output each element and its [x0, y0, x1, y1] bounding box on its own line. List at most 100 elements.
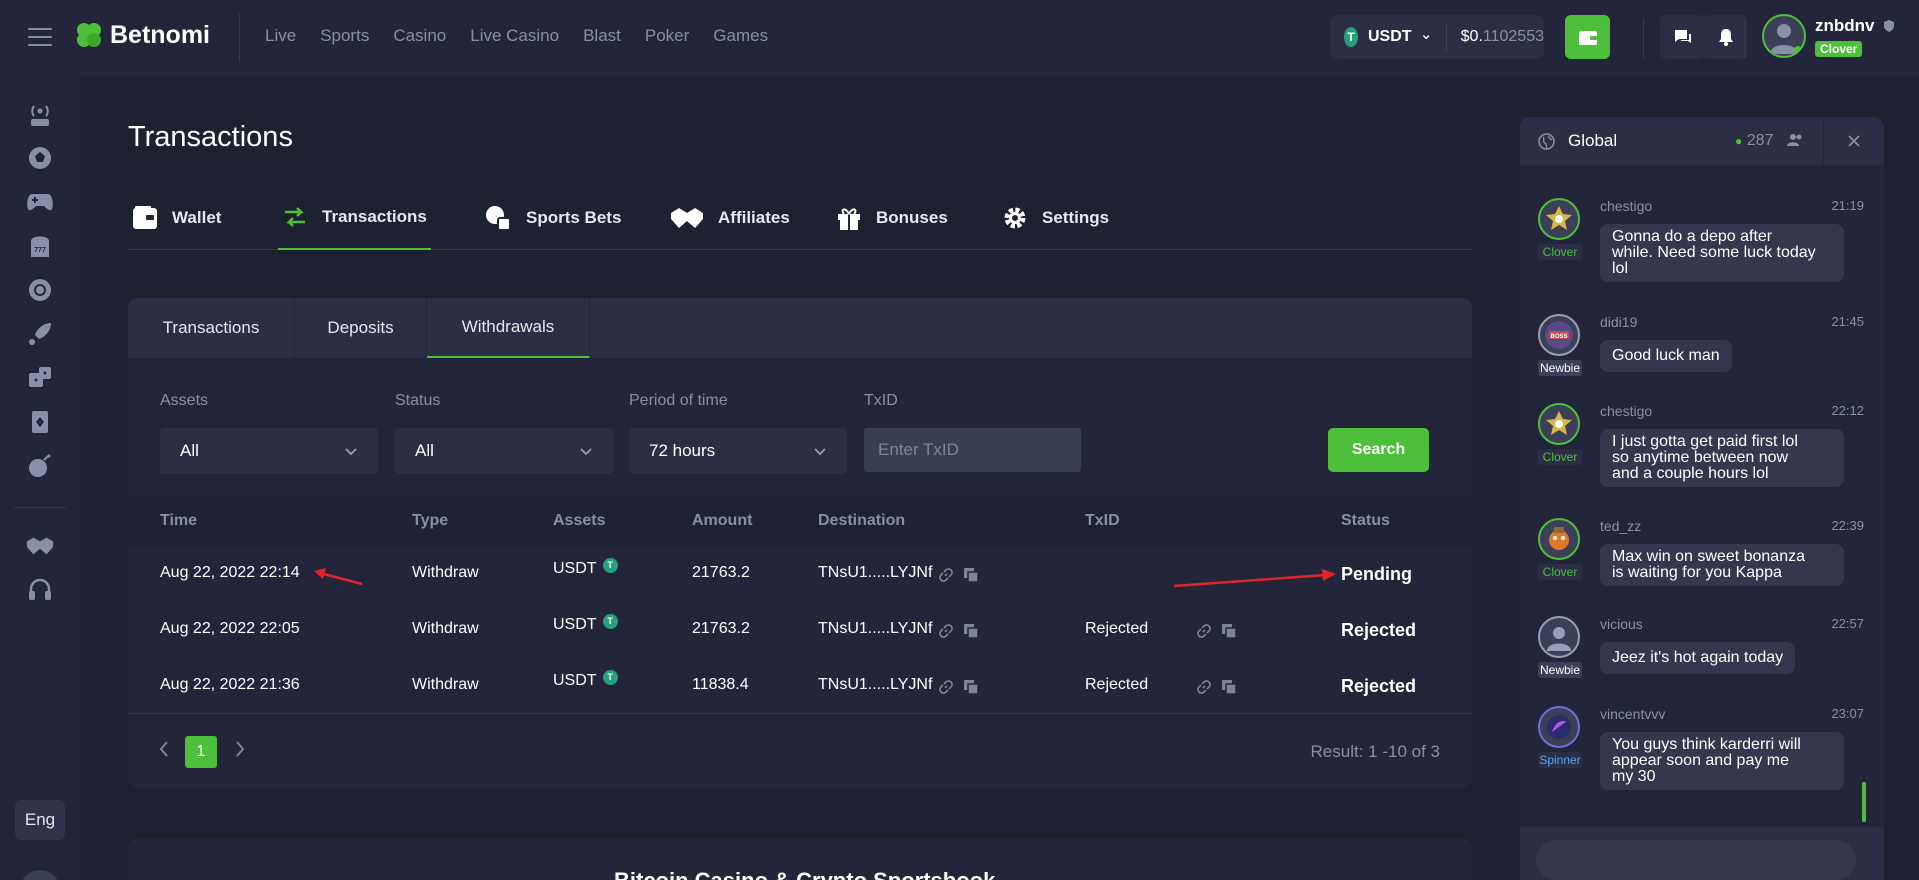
nav-games[interactable]: Games [713, 26, 768, 46]
message-username[interactable]: vicious [1600, 616, 1643, 632]
copy-icon[interactable] [963, 567, 979, 583]
txid-input[interactable] [864, 428, 1081, 472]
subtab-deposits[interactable]: Deposits [295, 298, 427, 358]
nav-poker[interactable]: Poker [645, 26, 689, 46]
user-level-badge: Clover [1538, 449, 1582, 465]
copy-icon[interactable] [1221, 623, 1237, 639]
page-current[interactable]: 1 [185, 736, 217, 768]
row-type: Withdraw [412, 564, 479, 581]
sheriff-badge-icon[interactable] [1538, 403, 1580, 445]
status-label: Status [395, 392, 441, 409]
footer-title: Bitcoin Casino & Crypto Sportsbook [614, 868, 995, 880]
tab-bonuses[interactable]: Bonuses [836, 186, 948, 250]
message-bubble: Max win on sweet bonanza is waiting for … [1600, 544, 1844, 586]
message-line: so anytime between now [1612, 449, 1789, 466]
tab-wallet[interactable]: Wallet [132, 186, 221, 250]
chat-close-button[interactable] [1823, 117, 1884, 165]
divider [1744, 18, 1745, 58]
chevron-down-icon[interactable] [1422, 31, 1430, 43]
nav-sports[interactable]: Sports [320, 26, 369, 46]
message-line: Good luck man [1612, 347, 1720, 364]
tab-settings[interactable]: Settings [1002, 186, 1109, 250]
handshake-icon[interactable] [26, 532, 54, 560]
status-value: All [415, 441, 434, 460]
subtab-transactions[interactable]: Transactions [128, 298, 295, 358]
chevron-right-icon[interactable] [234, 740, 246, 758]
column-amount: Amount [692, 512, 753, 529]
nav-blast[interactable]: Blast [583, 26, 621, 46]
gamepad-icon[interactable] [26, 188, 54, 216]
nav-casino[interactable]: Casino [393, 26, 446, 46]
footer-card: Bitcoin Casino & Crypto Sportsbook [128, 838, 1472, 880]
nav-live-casino[interactable]: Live Casino [470, 26, 559, 46]
logo-text: Betnomi [110, 20, 210, 49]
message-line: You guys think karderri will [1612, 736, 1801, 753]
chat-scrollbar[interactable] [1862, 782, 1866, 822]
period-select[interactable]: 72 hours [629, 428, 847, 474]
message-username[interactable]: chestigo [1600, 403, 1652, 419]
logo[interactable]: Betnomi [74, 20, 210, 50]
casino-chip-icon[interactable] [26, 276, 54, 304]
notifications-button[interactable] [1703, 15, 1748, 59]
sheriff-badge-icon[interactable] [1538, 198, 1580, 240]
chat-input[interactable] [1536, 840, 1856, 880]
subtabs: Transactions Deposits Withdrawals [128, 298, 1472, 358]
gear-icon [1004, 207, 1026, 229]
message-line: I just gotta get paid first lol [1612, 433, 1798, 450]
sports-ball-icon[interactable] [26, 144, 54, 172]
wallet-selector[interactable]: T USDT $0.1102553 [1330, 15, 1544, 59]
chevron-left-icon[interactable] [158, 740, 170, 758]
assets-select[interactable]: All [160, 428, 378, 474]
spinner-avatar-icon[interactable] [1538, 706, 1580, 748]
chevron-down-icon [814, 448, 826, 456]
avatar[interactable] [20, 870, 60, 880]
avatar[interactable] [1762, 14, 1806, 58]
link-icon[interactable] [1196, 679, 1212, 695]
copy-icon[interactable] [1221, 679, 1237, 695]
assets-label: Assets [160, 392, 209, 409]
wallet-button[interactable] [1565, 15, 1610, 59]
status-select[interactable]: All [395, 428, 613, 474]
chat-button[interactable] [1660, 15, 1705, 59]
online-count: ● 287 [1735, 132, 1774, 149]
copy-icon[interactable] [963, 679, 979, 695]
close-icon [1848, 135, 1860, 147]
link-icon[interactable] [938, 679, 954, 695]
user-icon[interactable] [1538, 616, 1580, 658]
row-txid: Rejected [1085, 620, 1149, 637]
bomb-icon[interactable] [26, 452, 54, 480]
copy-icon[interactable] [963, 623, 979, 639]
nav-live[interactable]: Live [265, 26, 296, 46]
slot-777-icon[interactable]: 777 [26, 232, 54, 260]
live-icon[interactable] [26, 100, 54, 128]
row-type: Withdraw [412, 620, 479, 637]
user-avatar-icon[interactable] [1538, 518, 1580, 560]
search-button[interactable]: Search [1328, 428, 1429, 472]
message-line: my 30 [1612, 768, 1656, 785]
subtab-withdrawals[interactable]: Withdrawals [427, 298, 590, 358]
dice-icon[interactable] [26, 364, 54, 392]
tab-affiliates[interactable]: Affiliates [670, 186, 790, 250]
headset-icon[interactable] [26, 576, 54, 604]
menu-icon[interactable] [28, 28, 52, 46]
username[interactable]: znbdnv [1815, 16, 1875, 36]
message-line: appear soon and pay me [1612, 752, 1790, 769]
tab-sports-bets[interactable]: Sports Bets [484, 186, 621, 250]
sports-bets-icon [486, 206, 511, 231]
tab-transactions[interactable]: Transactions [278, 186, 431, 250]
usdt-icon: T [602, 670, 618, 686]
cards-icon[interactable] [26, 408, 54, 436]
message-username[interactable]: chestigo [1600, 198, 1652, 214]
message-username[interactable]: didi19 [1600, 314, 1637, 330]
link-icon[interactable] [938, 623, 954, 639]
account-tabs: Wallet Transactions Sports Bets Affiliat… [128, 186, 1472, 250]
user-avatar-icon[interactable]: BOSS [1538, 314, 1580, 356]
row-status: Rejected [1341, 620, 1417, 640]
rocket-icon[interactable] [26, 320, 54, 348]
message-username[interactable]: ted_zz [1600, 518, 1641, 534]
link-icon[interactable] [938, 567, 954, 583]
message-username[interactable]: vincentvvv [1600, 706, 1665, 722]
language-selector[interactable]: Eng [15, 800, 65, 840]
usdt-icon: T [1344, 27, 1358, 47]
link-icon[interactable] [1196, 623, 1212, 639]
